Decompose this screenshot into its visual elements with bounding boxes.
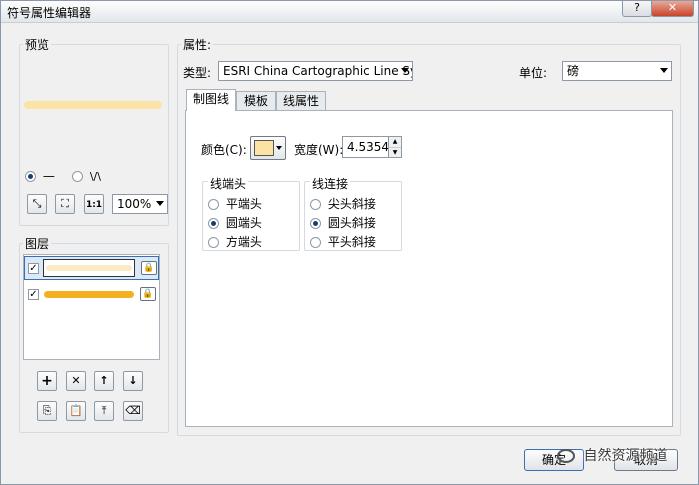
dialog-window: 符号属性编辑器 ? ✕ 预览 — \/\ ⤡ ⛶ 1:1 100% 图层 ✓ 🔒…	[0, 0, 699, 485]
cap-option-round-label: 圆端头	[225, 216, 262, 230]
layers-list: ✓ 🔒 ✓ 🔒	[23, 254, 160, 360]
layer-2-checkbox[interactable]: ✓	[28, 289, 39, 300]
preview-mode-line-glyph: —	[42, 169, 55, 183]
remove-layer-button[interactable]: ✕	[66, 371, 86, 391]
close-icon: ✕	[71, 374, 81, 387]
type-label: 类型:	[183, 66, 212, 80]
move-layer-down-button[interactable]: ↓	[123, 371, 143, 391]
width-value: 4.5354	[347, 140, 389, 154]
watermark: 自然资源频道	[557, 445, 667, 465]
watermark-text: 自然资源频道	[583, 448, 668, 464]
actual-size-icon: 1:1	[85, 200, 103, 210]
color-label: 颜色(C):	[201, 143, 247, 157]
layer-2-line	[44, 291, 134, 298]
tab-template[interactable]: 模板	[236, 91, 276, 111]
arrow-down-icon: ↓	[128, 374, 138, 387]
type-value: ESRI China Cartographic Line Symbol	[223, 64, 412, 78]
join-option-bevel[interactable]: 平头斜接	[310, 233, 376, 250]
unit-select[interactable]: 磅	[562, 61, 672, 81]
join-option-round-radio[interactable]	[310, 218, 321, 229]
join-option-miter-radio[interactable]	[310, 199, 321, 210]
zoom-extent-button[interactable]: ⤡	[27, 194, 47, 214]
cap-option-square[interactable]: 方端头	[208, 233, 262, 250]
eraser-icon: ⌫	[125, 404, 141, 417]
unit-value: 磅	[567, 64, 580, 78]
import-icon: ⤒	[101, 404, 107, 417]
cap-option-butt-radio[interactable]	[208, 199, 219, 210]
wechat-icon	[557, 449, 575, 463]
cap-option-square-label: 方端头	[225, 235, 262, 249]
tab-line-properties[interactable]: 线属性	[276, 91, 326, 111]
preview-mode-wave-radio[interactable]	[72, 171, 83, 182]
width-down-button[interactable]: ▼	[388, 147, 401, 157]
width-spinner[interactable]: 4.5354 ▲ ▼	[342, 136, 402, 158]
paste-layer-button[interactable]: 📋	[66, 401, 86, 421]
move-layer-up-button[interactable]: ↑	[94, 371, 114, 391]
chevron-down-icon	[660, 68, 668, 73]
zoom-select[interactable]: 100%	[112, 194, 168, 214]
clear-layer-button[interactable]: ⌫	[123, 401, 143, 421]
layer-1-swatch	[43, 259, 135, 277]
cap-option-square-radio[interactable]	[208, 237, 219, 248]
chevron-down-icon	[156, 201, 164, 206]
join-option-bevel-label: 平头斜接	[327, 235, 376, 249]
join-option-miter[interactable]: 尖头斜接	[310, 195, 376, 212]
layer-1-line	[46, 265, 132, 271]
window-title: 符号属性编辑器	[7, 6, 92, 20]
zoom-fit-button[interactable]: ⛶	[55, 194, 75, 214]
preview-mode-wave[interactable]: \/\	[72, 169, 101, 183]
type-select[interactable]: ESRI China Cartographic Line Symbol	[218, 61, 413, 81]
copy-icon: ⎘	[42, 404, 52, 417]
join-option-bevel-radio[interactable]	[310, 237, 321, 248]
close-button[interactable]: ✕	[651, 1, 694, 17]
color-picker[interactable]	[250, 136, 286, 160]
plus-icon: +	[41, 373, 53, 389]
lock-icon[interactable]: 🔒	[140, 287, 156, 301]
chevron-down-icon	[276, 146, 282, 150]
help-button[interactable]: ?	[622, 1, 652, 17]
add-layer-button[interactable]: +	[37, 371, 57, 391]
unit-label: 单位:	[519, 66, 548, 80]
join-option-round-label: 圆头斜接	[327, 216, 376, 230]
join-option-miter-label: 尖头斜接	[327, 197, 376, 211]
cap-option-butt-label: 平端头	[225, 197, 262, 211]
chevron-down-icon	[401, 68, 409, 73]
line-join-title: 线连接	[310, 175, 351, 192]
properties-label: 属性:	[181, 36, 214, 53]
cap-option-round[interactable]: 圆端头	[208, 214, 262, 231]
cap-option-butt[interactable]: 平端头	[208, 195, 262, 212]
cap-option-round-radio[interactable]	[208, 218, 219, 229]
layer-row-2[interactable]: ✓ 🔒	[24, 283, 159, 307]
arrow-up-icon: ↑	[99, 374, 109, 387]
join-option-round[interactable]: 圆头斜接	[310, 214, 376, 231]
zoom-actual-size-button[interactable]: 1:1	[84, 194, 104, 214]
width-up-button[interactable]: ▲	[388, 137, 401, 147]
paste-icon: 📋	[69, 404, 83, 417]
layer-1-checkbox[interactable]: ✓	[28, 263, 39, 274]
layer-row-1[interactable]: ✓ 🔒	[24, 256, 159, 280]
preview-label: 预览	[23, 36, 52, 53]
preview-mode-line-radio[interactable]	[25, 171, 36, 182]
tab-cartographic-line[interactable]: 制图线	[186, 89, 236, 111]
width-label: 宽度(W):	[294, 143, 344, 157]
zoom-value: 100%	[117, 197, 152, 211]
zoom-extent-icon: ⤡	[32, 197, 42, 210]
preview-line	[24, 101, 162, 109]
preview-mode-line[interactable]: —	[25, 169, 55, 183]
preview-mode-wave-glyph: \/\	[89, 170, 101, 183]
tab-panel: 颜色(C): 宽度(W): 4.5354 ▲ ▼ 线端头 平端头 圆端头 方端头…	[185, 110, 673, 427]
color-swatch	[254, 140, 274, 156]
copy-layer-button[interactable]: ⎘	[37, 401, 57, 421]
layers-label: 图层	[23, 235, 52, 252]
title-bar: 符号属性编辑器 ? ✕	[1, 1, 698, 23]
line-cap-title: 线端头	[208, 175, 249, 192]
lock-icon[interactable]: 🔒	[141, 261, 157, 275]
import-layer-button[interactable]: ⤒	[94, 401, 114, 421]
zoom-fit-icon: ⛶	[61, 197, 69, 210]
